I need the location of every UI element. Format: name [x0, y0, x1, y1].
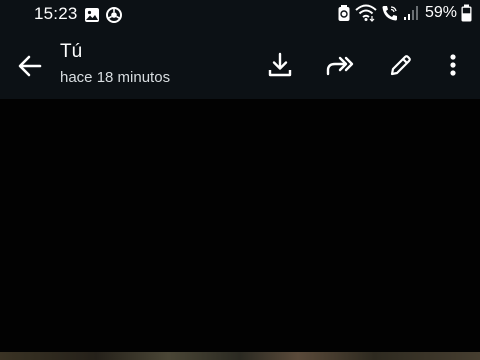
- download-button[interactable]: [265, 50, 295, 80]
- chat-title-block[interactable]: Tú hace 18 minutos: [60, 40, 170, 88]
- forward-all-icon: [325, 50, 355, 80]
- edit-button[interactable]: [386, 50, 416, 80]
- status-time: 15:23: [34, 4, 78, 23]
- back-button[interactable]: [14, 50, 46, 82]
- gallery-icon: [84, 7, 100, 23]
- download-icon: [265, 50, 295, 80]
- status-system-icons: 59%: [337, 4, 472, 22]
- chrome-icon: [106, 7, 122, 23]
- wifi-calling-icon: [381, 4, 399, 22]
- media-viewer[interactable]: [0, 99, 480, 352]
- chat-subtitle: hace 18 minutos: [60, 69, 171, 86]
- forward-button[interactable]: [325, 50, 355, 80]
- arrow-left-icon: [14, 50, 46, 82]
- more-options-button[interactable]: [440, 50, 470, 80]
- app-bar: Tú hace 18 minutos: [0, 30, 480, 99]
- signal-icon: [403, 5, 419, 21]
- more-vert-icon: [440, 50, 470, 80]
- battery-percentage: 59%: [424, 4, 457, 21]
- status-bar: 15:23 59%: [0, 0, 480, 30]
- battery-icon: [461, 4, 472, 22]
- wifi-icon: [355, 4, 377, 22]
- battery-saver-icon: [337, 4, 351, 22]
- status-notification-icons: [84, 7, 122, 23]
- media-image-edge: [0, 352, 480, 360]
- chat-title: Tú: [60, 41, 83, 62]
- pencil-icon: [386, 50, 416, 80]
